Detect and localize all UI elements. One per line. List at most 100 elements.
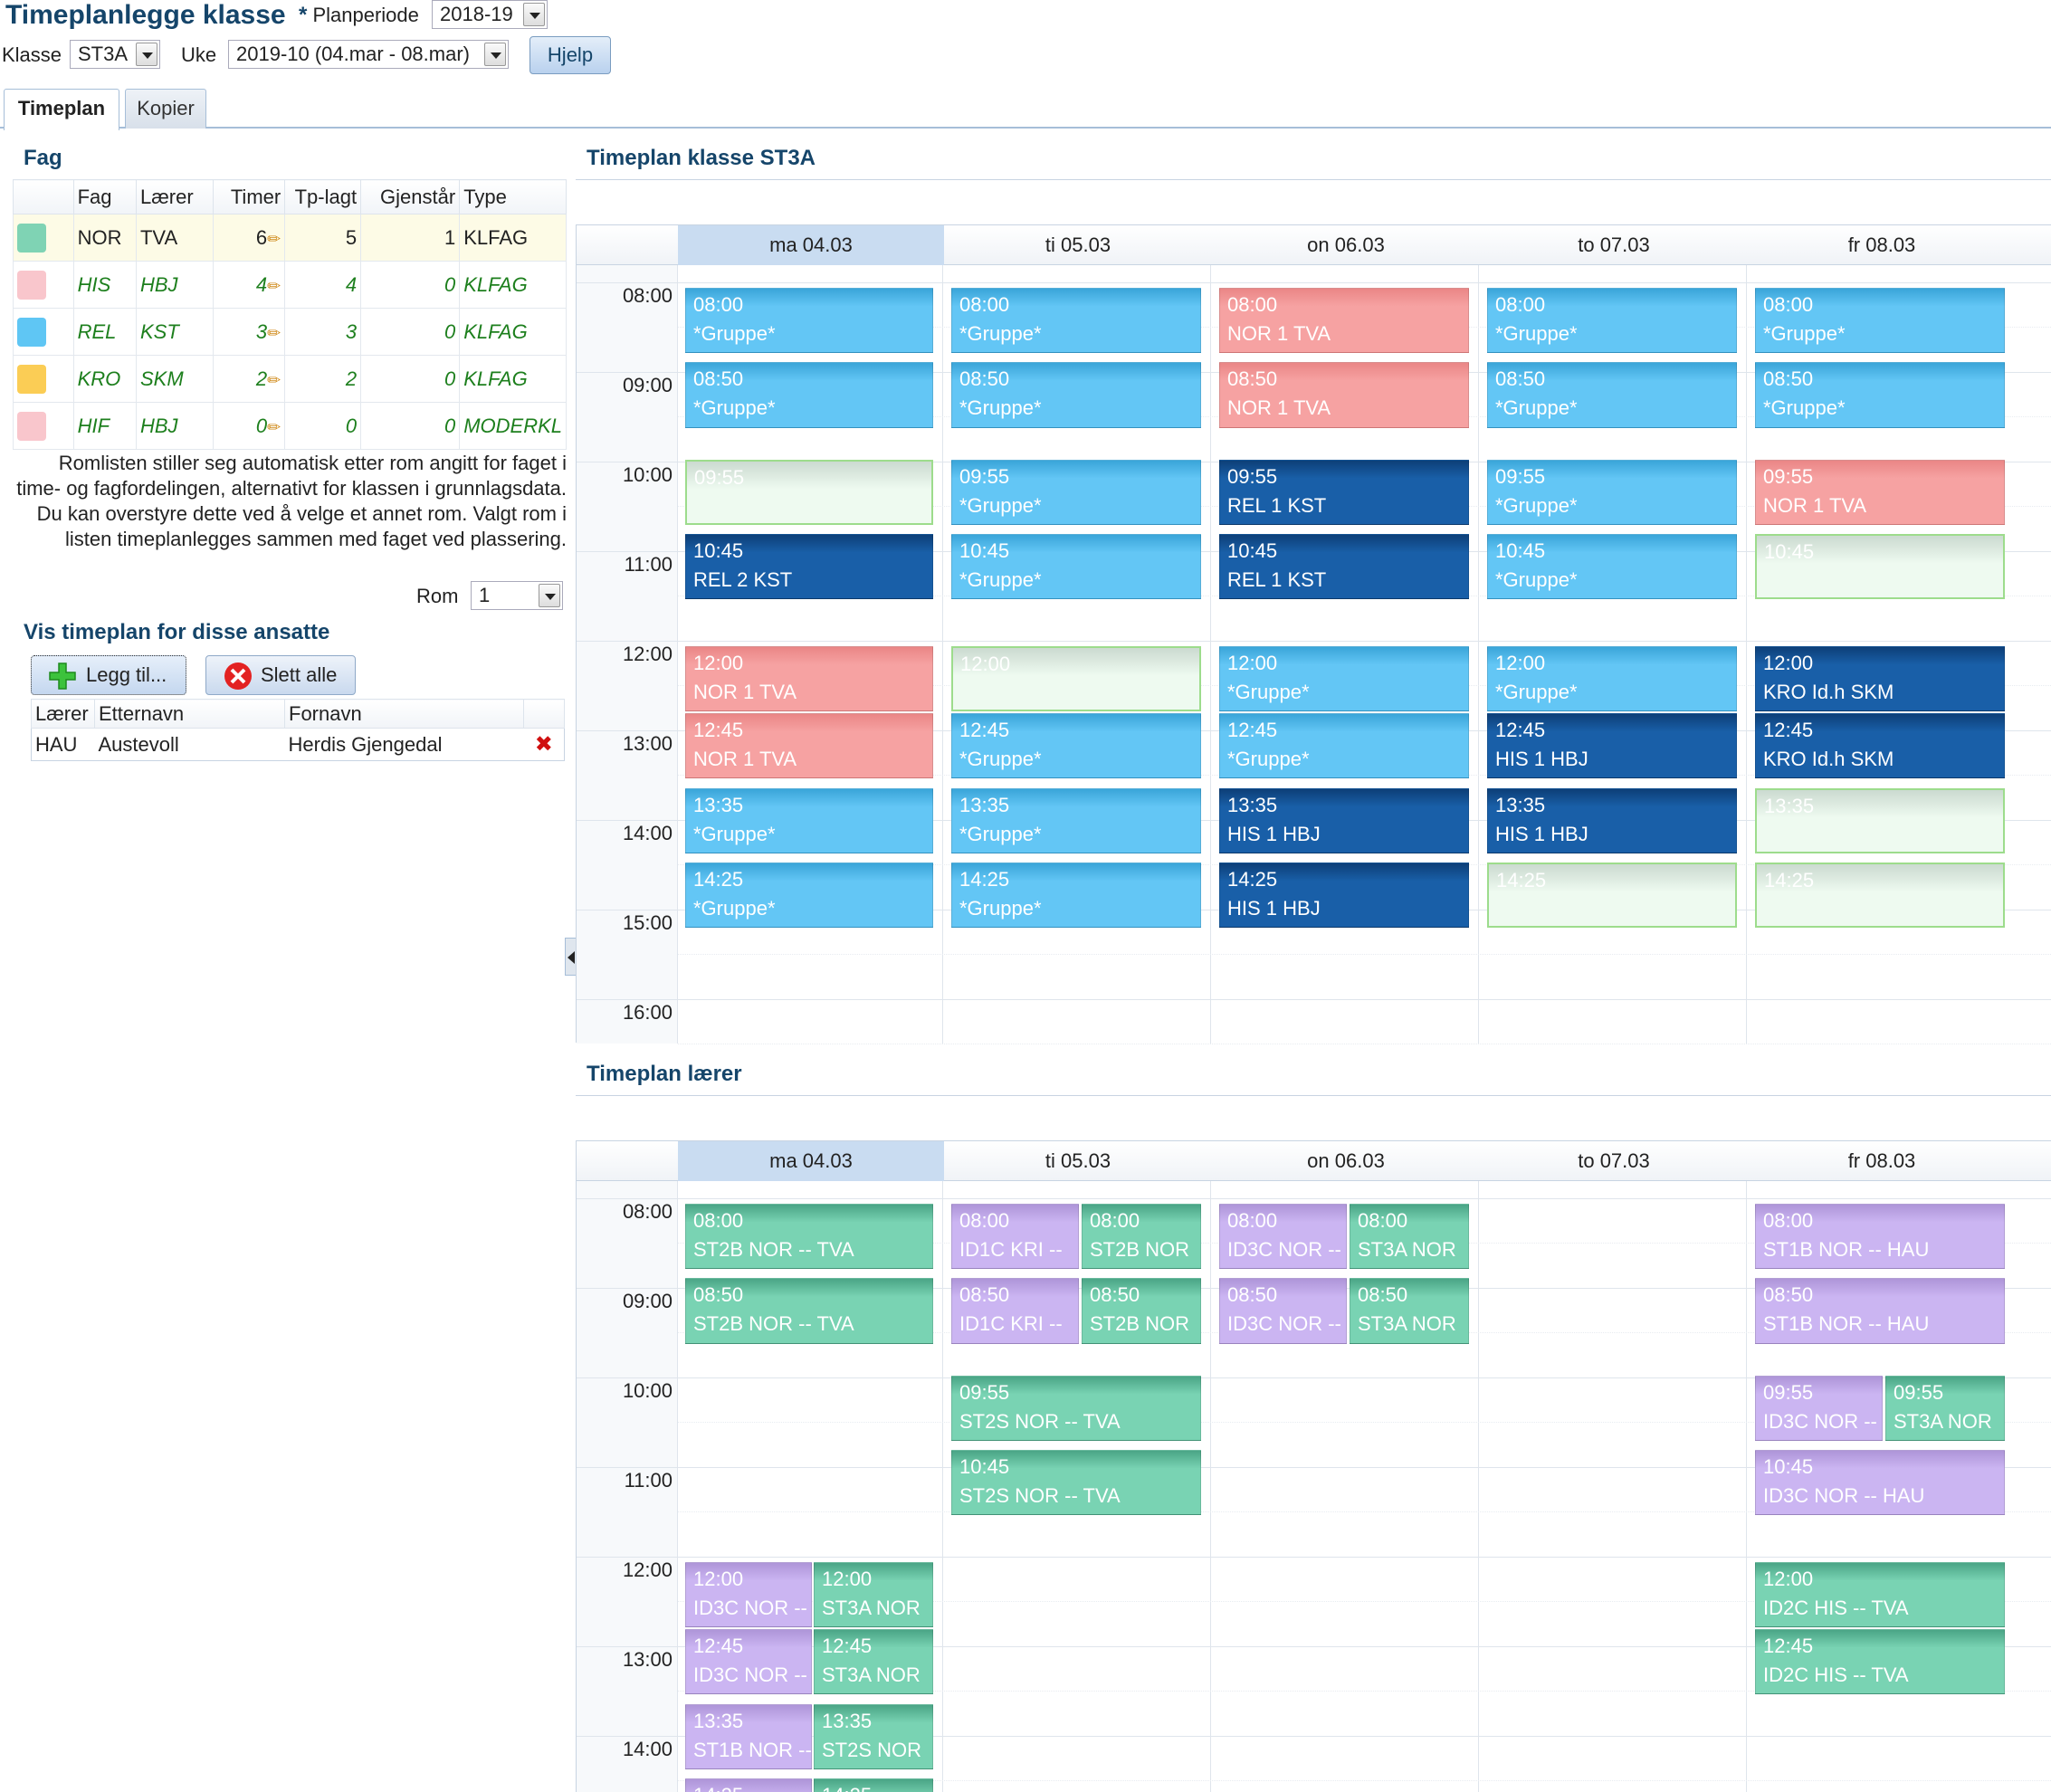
day-header[interactable]: ti 05.03: [944, 1141, 1212, 1181]
pencil-icon[interactable]: ✏: [267, 371, 281, 389]
tab-kopier[interactable]: Kopier: [125, 89, 206, 129]
lesson-block[interactable]: 09:55 ST2S NOR -- TVA: [951, 1375, 1201, 1441]
day-header[interactable]: ti 05.03: [944, 225, 1212, 265]
lesson-block[interactable]: 08:50 ST2B NOR -- TVA: [685, 1278, 933, 1344]
lesson-block[interactable]: 08:50 *Gruppe*: [1755, 362, 2005, 428]
lesson-block[interactable]: 08:00 NOR 1 TVA: [1219, 287, 1469, 353]
rom-select[interactable]: 1: [471, 581, 563, 610]
lesson-block[interactable]: 13:35 HIS 1 HBJ: [1487, 787, 1737, 853]
close-icon[interactable]: ✖: [535, 732, 553, 757]
remove-employee-button[interactable]: ✖: [523, 728, 565, 761]
fag-timer-cell[interactable]: 6✏: [213, 214, 286, 262]
lesson-block[interactable]: 13:35 *Gruppe*: [951, 787, 1201, 853]
lesson-block[interactable]: 10:45 REL 2 KST: [685, 534, 933, 600]
lesson-block[interactable]: 10:45 *Gruppe*: [1487, 534, 1737, 600]
free-slot[interactable]: 10:45: [1755, 534, 2005, 600]
lesson-block[interactable]: 09:55 *Gruppe*: [1487, 459, 1737, 525]
lesson-block[interactable]: 14:25 HIS 1 HBJ: [1219, 863, 1469, 929]
lesson-block[interactable]: 12:45 *Gruppe*: [1219, 713, 1469, 779]
lesson-block[interactable]: 12:00 ST3A NOR: [814, 1561, 933, 1627]
lesson-block[interactable]: 08:50 *Gruppe*: [951, 362, 1201, 428]
lesson-block[interactable]: 13:35 ST2S NOR: [814, 1703, 933, 1769]
free-slot[interactable]: 14:25: [1755, 863, 2005, 929]
lesson-block[interactable]: 10:45 ID3C NOR -- HAU: [1755, 1450, 2005, 1516]
fag-row-kro[interactable]: KRO SKM 2✏ 2 0 KLFAG: [13, 355, 567, 403]
fag-col-fag[interactable]: Fag: [72, 179, 137, 214]
lesson-block[interactable]: 08:00 *Gruppe*: [1487, 287, 1737, 353]
lesson-block[interactable]: 12:00 *Gruppe*: [1487, 645, 1737, 711]
lesson-block[interactable]: 08:00 *Gruppe*: [685, 287, 933, 353]
add-employee-button[interactable]: Legg til...: [31, 655, 186, 695]
free-slot[interactable]: 12:00: [951, 645, 1201, 711]
fag-timer-cell[interactable]: 4✏: [213, 261, 286, 309]
lesson-block[interactable]: 12:45 KRO Id.h SKM: [1755, 713, 2005, 779]
chevron-down-icon[interactable]: [136, 43, 157, 66]
lesson-block[interactable]: 12:45 *Gruppe*: [951, 713, 1201, 779]
fag-row-rel[interactable]: REL KST 3✏ 3 0 KLFAG: [13, 308, 567, 356]
lesson-block[interactable]: 09:55 ST3A NOR: [1885, 1375, 2005, 1441]
table-row[interactable]: HAU Austevoll Herdis Gjengedal ✖: [31, 728, 565, 761]
day-header[interactable]: on 06.03: [1212, 225, 1480, 265]
chevron-down-icon[interactable]: [484, 43, 506, 66]
lesson-block[interactable]: 10:45 ST2S NOR -- TVA: [951, 1450, 1201, 1516]
uke-select[interactable]: 2019-10 (04.mar - 08.mar): [228, 40, 509, 69]
lesson-block[interactable]: 08:50 ID3C NOR --: [1219, 1278, 1347, 1344]
lesson-block[interactable]: 14:25: [814, 1778, 933, 1792]
lesson-block[interactable]: 12:45 NOR 1 TVA: [685, 713, 933, 779]
lesson-block[interactable]: 13:35 HIS 1 HBJ: [1219, 787, 1469, 853]
emp-col-laerer[interactable]: Lærer: [31, 699, 95, 729]
day-header[interactable]: on 06.03: [1212, 1141, 1480, 1181]
lesson-block[interactable]: 08:50 *Gruppe*: [685, 362, 933, 428]
lesson-block[interactable]: 12:45 ID2C HIS -- TVA: [1755, 1629, 2005, 1695]
lesson-block[interactable]: 10:45 REL 1 KST: [1219, 534, 1469, 600]
lesson-block[interactable]: 12:00 ID3C NOR --: [685, 1561, 812, 1627]
day-header[interactable]: ma 04.03: [678, 1141, 944, 1181]
fag-timer-cell[interactable]: 0✏: [213, 402, 286, 450]
lesson-block[interactable]: 08:00 ST2B NOR: [1082, 1203, 1201, 1269]
lesson-block[interactable]: 08:50 ID1C KRI --: [951, 1278, 1079, 1344]
lesson-block[interactable]: 08:00 ST1B NOR -- HAU: [1755, 1203, 2005, 1269]
fag-timer-cell[interactable]: 2✏: [213, 355, 286, 403]
lesson-block[interactable]: 08:50 *Gruppe*: [1487, 362, 1737, 428]
fag-row-hif[interactable]: HIF HBJ 0✏ 0 0 MODERKL: [13, 402, 567, 450]
lesson-block[interactable]: 08:00 ID1C KRI --: [951, 1203, 1079, 1269]
planperiode-select[interactable]: 2018-19: [432, 0, 548, 29]
lesson-block[interactable]: 14:25: [685, 1778, 812, 1792]
lesson-block[interactable]: 12:45 ST3A NOR: [814, 1629, 933, 1695]
delete-all-button[interactable]: Slett alle: [205, 655, 356, 695]
lesson-block[interactable]: 12:00 KRO Id.h SKM: [1755, 645, 2005, 711]
pencil-icon[interactable]: ✏: [267, 418, 281, 436]
lesson-block[interactable]: 14:25 *Gruppe*: [685, 863, 933, 929]
day-header[interactable]: fr 08.03: [1748, 1141, 2016, 1181]
free-slot[interactable]: 13:35: [1755, 787, 2005, 853]
chevron-down-icon[interactable]: [523, 3, 545, 26]
lesson-block[interactable]: 09:55 *Gruppe*: [951, 459, 1201, 525]
fag-row-his[interactable]: HIS HBJ 4✏ 4 0 KLFAG: [13, 261, 567, 309]
lesson-block[interactable]: 12:45 HIS 1 HBJ: [1487, 713, 1737, 779]
klasse-select[interactable]: ST3A: [70, 40, 160, 69]
day-header[interactable]: fr 08.03: [1748, 225, 2016, 265]
pencil-icon[interactable]: ✏: [267, 277, 281, 295]
lesson-block[interactable]: 08:00 *Gruppe*: [1755, 287, 2005, 353]
fag-col-type[interactable]: Type: [459, 179, 567, 214]
chevron-down-icon[interactable]: [539, 584, 560, 607]
lesson-block[interactable]: 09:55 NOR 1 TVA: [1755, 459, 2005, 525]
lesson-block[interactable]: 09:55 REL 1 KST: [1219, 459, 1469, 525]
lesson-block[interactable]: 12:00 NOR 1 TVA: [685, 645, 933, 711]
lesson-block[interactable]: 08:50 NOR 1 TVA: [1219, 362, 1469, 428]
lesson-block[interactable]: 08:50 ST1B NOR -- HAU: [1755, 1278, 2005, 1344]
fag-row-nor[interactable]: NOR TVA 6✏ 5 1 KLFAG: [13, 214, 567, 262]
emp-col-fornavn[interactable]: Fornavn: [284, 699, 524, 729]
lesson-block[interactable]: 12:00 *Gruppe*: [1219, 645, 1469, 711]
lesson-block[interactable]: 08:00 ST2B NOR -- TVA: [685, 1203, 933, 1269]
day-header[interactable]: to 07.03: [1480, 225, 1748, 265]
fag-col-tplagt[interactable]: Tp-lagt: [284, 179, 362, 214]
lesson-block[interactable]: 10:45 *Gruppe*: [951, 534, 1201, 600]
lesson-block[interactable]: 12:00 ID2C HIS -- TVA: [1755, 1561, 2005, 1627]
lesson-block[interactable]: 14:25 *Gruppe*: [951, 863, 1201, 929]
pencil-icon[interactable]: ✏: [267, 324, 281, 342]
emp-col-etternavn[interactable]: Etternavn: [94, 699, 285, 729]
pencil-icon[interactable]: ✏: [267, 230, 281, 248]
lesson-block[interactable]: 13:35 ST1B NOR --: [685, 1703, 812, 1769]
lesson-block[interactable]: 09:55 ID3C NOR --: [1755, 1375, 1883, 1441]
